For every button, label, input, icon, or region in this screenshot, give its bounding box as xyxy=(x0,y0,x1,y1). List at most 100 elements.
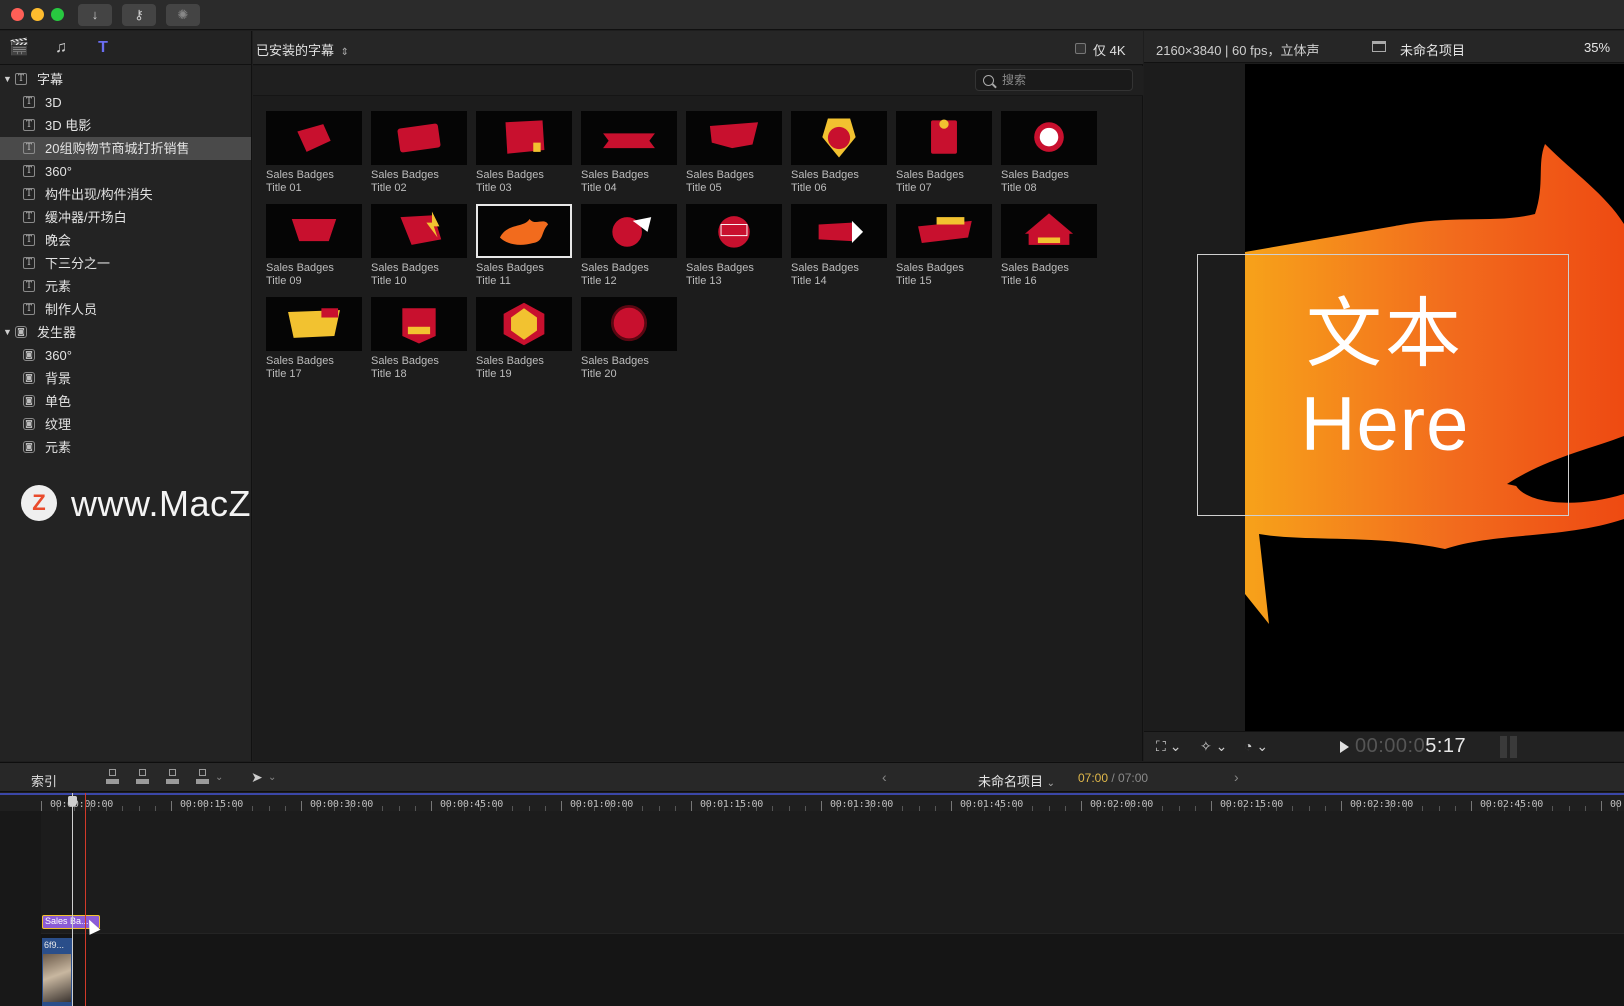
sidebar-item[interactable]: T 3D 电影 xyxy=(0,114,251,137)
title-thumbnail-image[interactable] xyxy=(686,204,782,258)
title-thumbnail-image[interactable] xyxy=(896,204,992,258)
play-button[interactable] xyxy=(1340,741,1349,753)
sidebar-item[interactable]: ◙ 单色 xyxy=(0,390,251,413)
title-thumbnail-item[interactable]: Sales Badges Title 03 xyxy=(476,111,572,197)
keywords-button[interactable]: ⚷ xyxy=(122,4,156,26)
background-tasks-button[interactable]: ✺ xyxy=(166,4,200,26)
sidebar-section-1[interactable]: ▼ ◙ 发生器 xyxy=(0,321,251,344)
sidebar-item[interactable]: ◙ 纹理 xyxy=(0,413,251,436)
search-field[interactable] xyxy=(975,69,1133,91)
titles-generators-icon[interactable]: T xyxy=(92,38,114,58)
title-thumbnail-image[interactable] xyxy=(581,204,677,258)
zoom-level[interactable]: 35% xyxy=(1584,40,1610,55)
title-thumbnail-item[interactable]: Sales Badges Title 10 xyxy=(371,204,467,290)
chevron-down-icon[interactable]: ⌄ xyxy=(215,772,223,783)
title-thumbnail-image[interactable] xyxy=(686,111,782,165)
sidebar-item[interactable]: T 20组购物节商城打折销售 xyxy=(0,137,251,160)
timeline[interactable]: 00:00:00:00 00:00:15:00 00:00:30:00 00:00:4… xyxy=(0,793,1624,1006)
video-clip[interactable]: 6f9... xyxy=(42,938,72,1006)
title-thumbnail-image[interactable] xyxy=(791,111,887,165)
sidebar-item[interactable]: T 晚会 xyxy=(0,229,251,252)
title-icon: T xyxy=(23,188,35,200)
title-thumbnail-item[interactable]: Sales Badges Title 13 xyxy=(686,204,782,290)
browser-category-popup[interactable]: 已安装的字幕 ⇕ xyxy=(256,40,349,59)
timeline-ruler[interactable]: 00:00:00:00 00:00:15:00 00:00:30:00 00:00:4… xyxy=(0,793,1624,811)
title-thumbnail-image[interactable] xyxy=(371,297,467,351)
title-thumbnail-image[interactable] xyxy=(371,111,467,165)
sidebar-item[interactable]: T 制作人员 xyxy=(0,298,251,321)
timeline-project-name[interactable]: 未命名项目 ⌄ xyxy=(978,771,1055,790)
title-thumbnail-item[interactable]: Sales Badges Title 20 xyxy=(581,297,677,383)
minimize-window-button[interactable] xyxy=(31,8,44,21)
sidebar-item[interactable]: ◙ 背景 xyxy=(0,367,251,390)
title-thumbnail-item[interactable]: Sales Badges Title 05 xyxy=(686,111,782,197)
title-caption-line2: Title 04 xyxy=(581,182,617,194)
title-thumbnail-item[interactable]: Sales Badges Title 11 xyxy=(476,204,572,290)
title-thumbnail-item[interactable]: Sales Badges Title 09 xyxy=(266,204,362,290)
append-clip-button[interactable] xyxy=(164,769,181,785)
title-thumbnail-item[interactable]: Sales Badges Title 14 xyxy=(791,204,887,290)
playhead[interactable] xyxy=(68,793,77,1006)
select-tool-icon[interactable]: ➤ xyxy=(251,769,263,786)
title-bounding-box[interactable] xyxy=(1197,254,1569,516)
sidebar-item[interactable]: T 缓冲器/开场白 xyxy=(0,206,251,229)
sidebar-section-0[interactable]: ▼ T 字幕 xyxy=(0,68,251,91)
zoom-window-button[interactable] xyxy=(51,8,64,21)
browser-header: 已安装的字幕 ⇕ 仅 4K xyxy=(253,31,1143,65)
title-thumbnail-item[interactable]: Sales Badges Title 04 xyxy=(581,111,677,197)
title-thumbnail-item[interactable]: Sales Badges Title 12 xyxy=(581,204,677,290)
history-forward-arrow-icon[interactable]: › xyxy=(1234,769,1239,785)
title-thumbnail-image[interactable] xyxy=(476,204,572,258)
chevron-down-icon[interactable]: ⌄ xyxy=(268,772,276,783)
sidebar-item[interactable]: ◙ 360° xyxy=(0,344,251,367)
title-thumbnail-image[interactable] xyxy=(266,111,362,165)
ruler-minor-tick xyxy=(1194,806,1196,811)
title-thumbnail-item[interactable]: Sales Badges Title 01 xyxy=(266,111,362,197)
title-thumbnail-item[interactable]: Sales Badges Title 02 xyxy=(371,111,467,197)
sidebar-item[interactable]: T 360° xyxy=(0,160,251,183)
title-thumbnail-item[interactable]: Sales Badges Title 07 xyxy=(896,111,992,197)
transform-icon[interactable]: ⛶ ⌄ xyxy=(1156,738,1181,755)
title-thumbnail-image[interactable] xyxy=(476,111,572,165)
title-thumbnail-item[interactable]: Sales Badges Title 17 xyxy=(266,297,362,383)
title-thumbnail-image[interactable] xyxy=(581,297,677,351)
title-thumbnail-image[interactable] xyxy=(266,297,362,351)
index-button[interactable]: 索引 xyxy=(31,771,57,790)
title-thumbnail-image[interactable] xyxy=(896,111,992,165)
history-back-arrow-icon[interactable]: ‹ xyxy=(882,769,887,785)
sidebar-item[interactable]: T 构件出现/构件消失 xyxy=(0,183,251,206)
title-thumbnail-item[interactable]: Sales Badges Title 15 xyxy=(896,204,992,290)
title-thumbnail-image[interactable] xyxy=(1001,204,1097,258)
sales-badge-graphic xyxy=(297,124,331,152)
enhance-wand-icon[interactable]: ✧ ⌄ xyxy=(1200,738,1227,755)
title-thumbnail-image[interactable] xyxy=(371,204,467,258)
title-thumbnail-item[interactable]: Sales Badges Title 19 xyxy=(476,297,572,383)
sidebar-item[interactable]: T 3D xyxy=(0,91,251,114)
sidebar-item-label: 20组购物节商城打折销售 xyxy=(45,141,190,156)
import-button[interactable]: ↓ xyxy=(78,4,112,26)
sidebar-item[interactable]: ◙ 元素 xyxy=(0,436,251,459)
music-photo-icon[interactable]: ♫ xyxy=(50,38,72,58)
connect-clip-button[interactable] xyxy=(104,769,121,785)
overwrite-clip-button[interactable] xyxy=(194,769,211,785)
close-window-button[interactable] xyxy=(11,8,24,21)
title-thumbnail-image[interactable] xyxy=(791,204,887,258)
title-thumbnail-image[interactable] xyxy=(266,204,362,258)
clapper-icon[interactable]: 🎬 xyxy=(8,38,30,58)
sidebar-item[interactable]: T 下三分之一 xyxy=(0,252,251,275)
search-input[interactable] xyxy=(1002,72,1128,88)
retime-icon[interactable]: ◔ ⌄ xyxy=(1244,738,1268,755)
clapper-icon xyxy=(1372,41,1386,52)
title-thumbnail-item[interactable]: Sales Badges Title 18 xyxy=(371,297,467,383)
title-thumbnail-image[interactable] xyxy=(581,111,677,165)
only-4k-checkbox[interactable] xyxy=(1075,43,1086,54)
disclosure-triangle-icon[interactable]: ▼ xyxy=(3,321,12,344)
insert-clip-button[interactable] xyxy=(134,769,151,785)
title-thumbnail-item[interactable]: Sales Badges Title 06 xyxy=(791,111,887,197)
sidebar-item[interactable]: T 元素 xyxy=(0,275,251,298)
title-thumbnail-item[interactable]: Sales Badges Title 16 xyxy=(1001,204,1097,290)
title-thumbnail-image[interactable] xyxy=(476,297,572,351)
disclosure-triangle-icon[interactable]: ▼ xyxy=(3,68,12,91)
title-thumbnail-image[interactable] xyxy=(1001,111,1097,165)
title-thumbnail-item[interactable]: Sales Badges Title 08 xyxy=(1001,111,1097,197)
